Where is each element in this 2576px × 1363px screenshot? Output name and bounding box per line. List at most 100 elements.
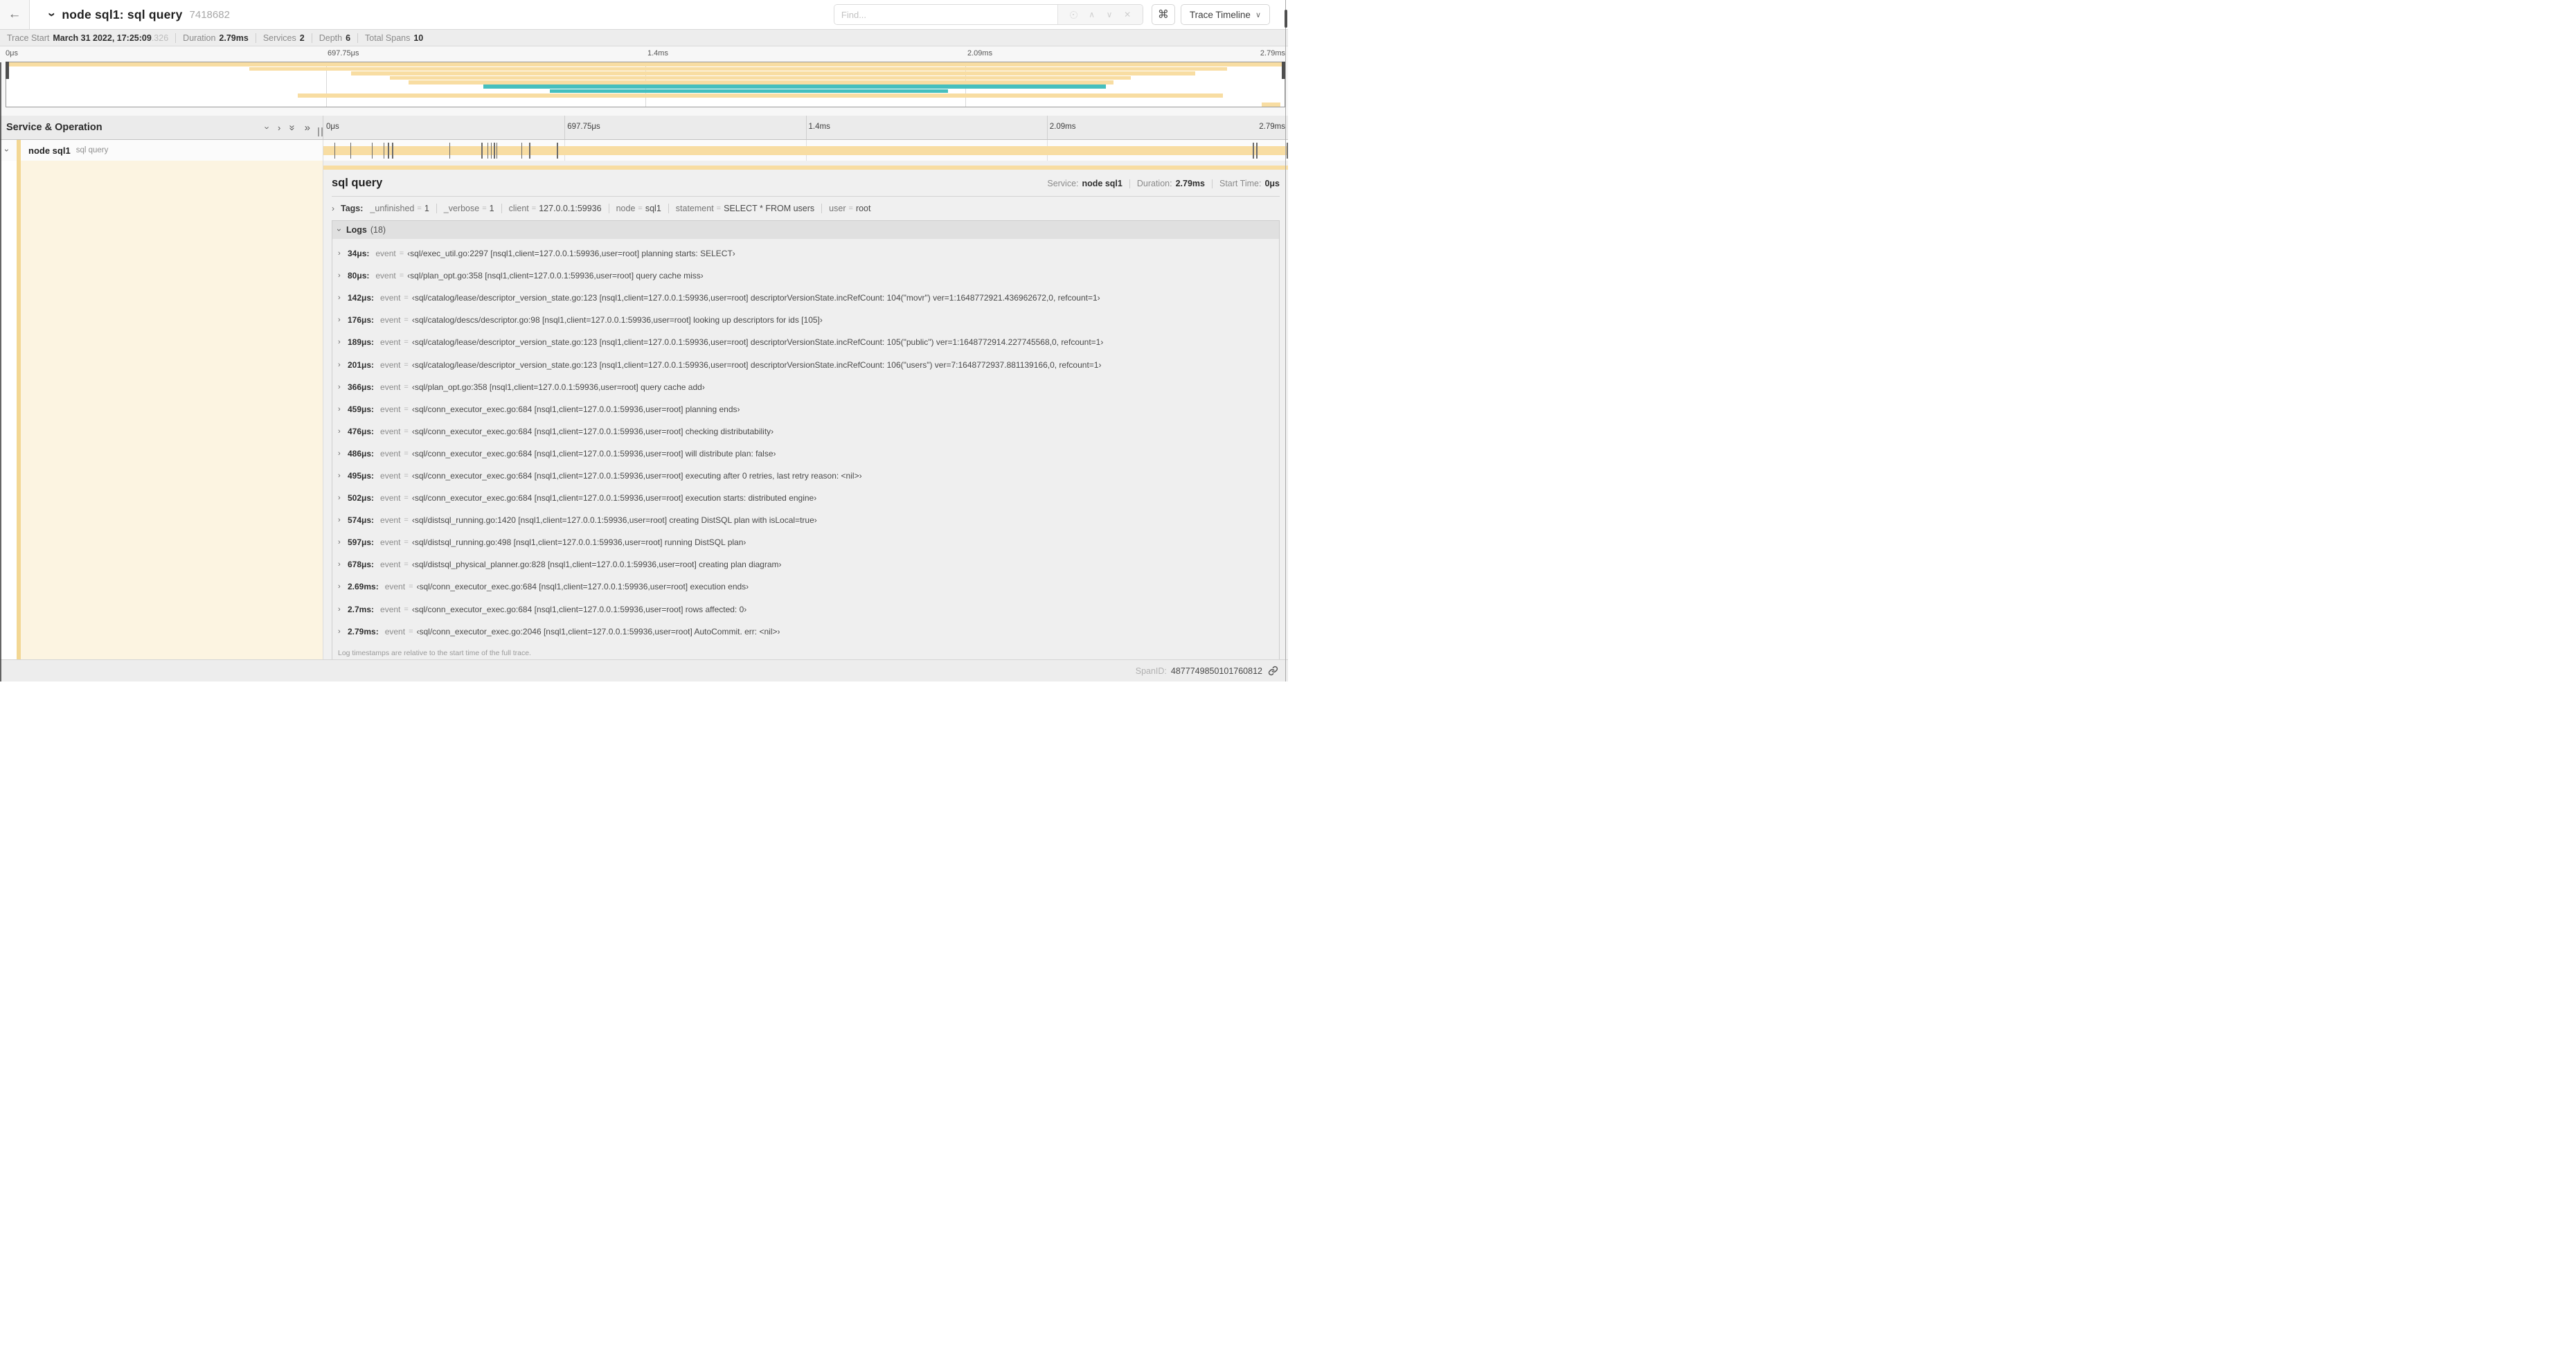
tags-row[interactable]: › Tags: _unfinished = 1 _verbose = 1 client = 12… [332,204,1280,213]
expand-all-icon[interactable]: » [305,123,310,133]
log-expand-chevron-icon[interactable]: › [338,560,345,569]
log-timestamp: 495μs: [348,470,375,481]
span-detail-duration-bar [323,166,1288,170]
minimap-canvas[interactable] [6,62,1285,107]
log-expand-chevron-icon[interactable]: › [338,383,345,391]
log-timestamp: 574μs: [348,515,375,526]
trace-info-value: March 31 2022, 17:25:09 [53,33,152,43]
log-timestamp: 201μs: [348,359,375,370]
log-tick-marker [496,143,498,159]
log-entry-row[interactable]: › 189μs: event = ‹sql/catalog/lease/descript… [332,331,1279,353]
log-expand-chevron-icon[interactable]: › [338,449,345,458]
log-entry-row[interactable]: › 2.79ms: event = ‹sql/conn_executor_exec.go… [332,621,1279,643]
collapse-all-icon[interactable]: » [287,125,298,130]
chevron-down-icon: ∨ [1255,10,1261,19]
log-tick-marker [521,143,523,159]
log-field-value: ‹sql/conn_executor_exec.go:684 [nsql1,cl… [411,493,817,504]
locate-icon[interactable] [1069,10,1077,19]
start-time-label: Start Time: [1219,179,1262,188]
log-timestamp: 80μs: [348,271,370,281]
expand-one-icon[interactable]: › [278,123,280,132]
tag-equals: = [638,204,643,213]
tags-expand-chevron-icon[interactable]: › [332,204,334,213]
span-duration-bar[interactable] [323,146,1288,155]
logs-collapse-chevron-icon[interactable]: › [334,229,344,231]
log-tick-marker [449,143,451,159]
minimap-axis-label: 1.4ms [647,49,668,57]
trace-view-dropdown[interactable]: Trace Timeline ∨ [1180,4,1270,25]
log-expand-chevron-icon[interactable]: › [338,316,345,324]
minimap-left-handle[interactable] [6,62,9,79]
minimap-span [1261,102,1281,107]
log-field-key: event [380,448,401,458]
log-timestamp: 459μs: [348,404,375,414]
log-expand-chevron-icon[interactable]: › [338,338,345,346]
log-expand-chevron-icon[interactable]: › [338,271,345,280]
log-expand-chevron-icon[interactable]: › [338,427,345,436]
scrollbar-track[interactable] [1285,0,1286,682]
find-clear-icon[interactable]: ✕ [1124,10,1131,19]
log-expand-chevron-icon[interactable]: › [338,538,345,546]
span-row-name-cell[interactable]: › node sql1 sql query [0,140,323,161]
log-timestamp: 2.69ms: [348,582,379,592]
tag-key: statement [675,204,714,213]
timeline-tick-label: 697.75μs [567,123,600,131]
back-button[interactable]: ← [0,0,30,29]
log-entry-row[interactable]: › 476μs: event = ‹sql/conn_executor_exec.go:… [332,420,1279,443]
log-entry-row[interactable]: › 486μs: event = ‹sql/conn_executor_exec.go:… [332,443,1279,465]
tag-equals: = [417,204,422,213]
log-entry-row[interactable]: › 366μs: event = ‹sql/plan_opt.go:358 [nsql1… [332,376,1279,398]
log-expand-chevron-icon[interactable]: › [338,582,345,591]
find-next-icon[interactable]: ∨ [1107,10,1113,19]
log-entry-row[interactable]: › 2.69ms: event = ‹sql/conn_executor_exec.go… [332,576,1279,598]
find-input[interactable] [834,5,1057,24]
log-expand-chevron-icon[interactable]: › [338,249,345,258]
log-entry-row[interactable]: › 502μs: event = ‹sql/conn_executor_exec.go:… [332,487,1279,509]
log-entry-row[interactable]: › 495μs: event = ‹sql/conn_executor_exec.go:… [332,465,1279,487]
scrollbar-thumb[interactable] [1285,10,1287,28]
log-entry-row[interactable]: › 34μs: event = ‹sql/exec_util.go:2297 [nsql… [332,242,1279,265]
log-expand-chevron-icon[interactable]: › [338,516,345,524]
collapse-one-icon[interactable]: › [262,126,272,129]
tag-value: 1 [424,204,429,213]
log-entry-row[interactable]: › 176μs: event = ‹sql/catalog/descs/descript… [332,309,1279,331]
log-field-key: event [384,626,406,636]
log-timestamp: 34μs: [348,249,370,259]
logs-header[interactable]: › Logs (18) [332,221,1279,239]
trace-collapse-chevron-icon[interactable]: › [44,12,59,17]
span-row-timeline-cell[interactable] [323,140,1288,161]
keyboard-shortcuts-button[interactable]: ⌘ [1151,4,1175,25]
log-entry-row[interactable]: › 459μs: event = ‹sql/conn_executor_exec.go:… [332,398,1279,420]
log-field-value: ‹sql/conn_executor_exec.go:684 [nsql1,cl… [416,582,749,592]
span-collapse-chevron-icon[interactable]: › [2,149,12,152]
log-field-equals: = [404,449,409,458]
timeline-gridline [805,116,807,139]
log-field-equals: = [404,605,409,614]
log-entry-row[interactable]: › 597μs: event = ‹sql/distsql_running.go:498… [332,531,1279,553]
find-prev-icon[interactable]: ∧ [1089,10,1095,19]
log-field-key: event [380,382,401,392]
log-entry-row[interactable]: › 201μs: event = ‹sql/catalog/lease/descript… [332,353,1279,375]
log-field-key: event [380,337,401,348]
log-entry-row[interactable]: › 80μs: event = ‹sql/plan_opt.go:358 [nsql1,… [332,265,1279,287]
log-field-equals: = [404,516,409,525]
log-entry-row[interactable]: › 142μs: event = ‹sql/catalog/lease/descript… [332,287,1279,309]
log-field-key: event [380,537,401,548]
log-expand-chevron-icon[interactable]: › [338,627,345,636]
log-expand-chevron-icon[interactable]: › [338,494,345,502]
log-expand-chevron-icon[interactable]: › [338,472,345,480]
copy-link-icon[interactable] [1268,666,1278,676]
log-entry-row[interactable]: › 678μs: event = ‹sql/distsql_physical_plann… [332,553,1279,576]
log-expand-chevron-icon[interactable]: › [338,605,345,614]
column-resizer-grip[interactable] [318,127,323,136]
back-arrow-icon: ← [8,7,21,21]
log-entry-row[interactable]: › 2.7ms: event = ‹sql/conn_executor_exec.go:… [332,598,1279,621]
divider [821,204,823,213]
log-expand-chevron-icon[interactable]: › [338,361,345,369]
tag-equals: = [531,204,537,213]
log-timestamp: 366μs: [348,382,375,392]
trace-view-dropdown-label: Trace Timeline [1189,9,1251,20]
log-expand-chevron-icon[interactable]: › [338,405,345,413]
log-entry-row[interactable]: › 574μs: event = ‹sql/distsql_running.go:142… [332,509,1279,531]
log-expand-chevron-icon[interactable]: › [338,294,345,302]
